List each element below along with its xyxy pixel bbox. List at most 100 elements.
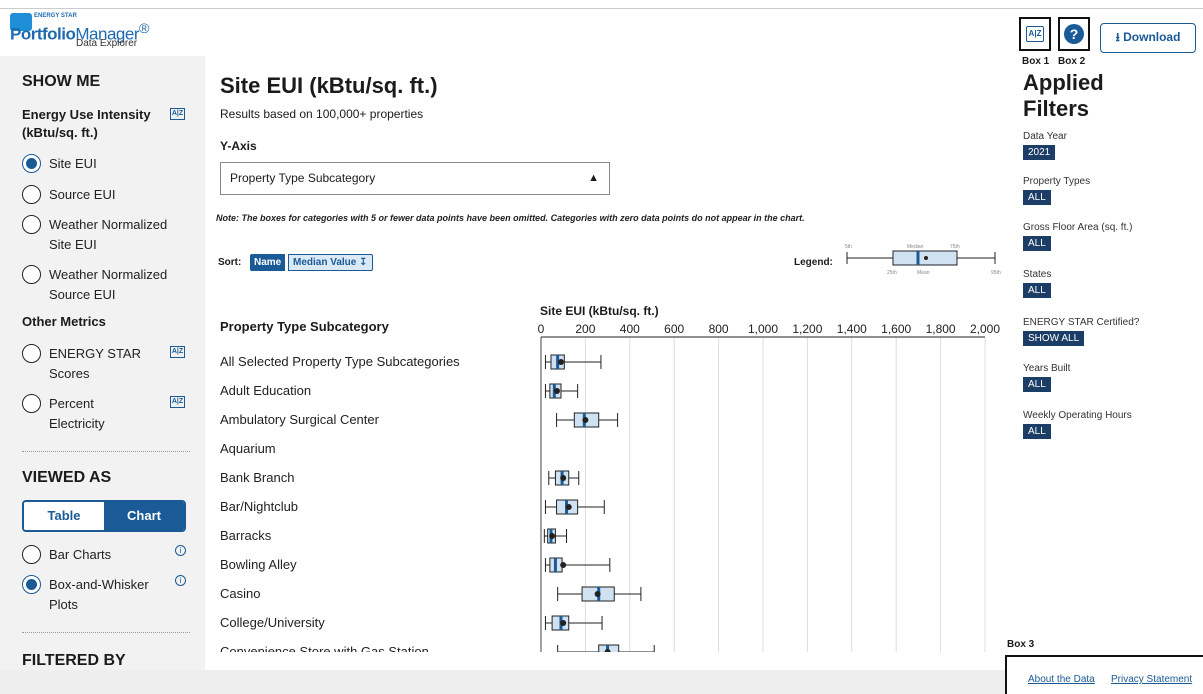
other-metrics-heading: Other Metrics — [22, 314, 106, 329]
filter-label: States — [1023, 269, 1052, 280]
radio-label-site-eui[interactable]: Site EUI — [49, 154, 97, 174]
toggle-chart[interactable]: Chart — [104, 502, 184, 530]
x-tick-label: 600 — [664, 322, 684, 336]
mean-dot — [560, 562, 567, 568]
category-label: Barracks — [220, 528, 272, 543]
filter-label: ENERGY STAR Certified? — [1023, 317, 1140, 328]
category-label: Adult Education — [220, 383, 312, 398]
show-me-heading: SHOW ME — [22, 73, 101, 90]
category-label: College/University — [220, 615, 325, 630]
box-plot[interactable] — [544, 615, 603, 631]
filter-label: Property Types — [1023, 176, 1091, 187]
radio-label-weather-source-eui[interactable]: Weather Normalized Source EUI — [49, 265, 189, 305]
filter-label: Data Year — [1023, 131, 1067, 142]
mean-dot — [549, 533, 556, 539]
box-plot[interactable] — [556, 412, 619, 428]
filter-label: Weekly Operating Hours — [1023, 410, 1132, 421]
x-tick-label: 1,200 — [792, 322, 822, 336]
toggle-table[interactable]: Table — [24, 502, 104, 530]
radio-weather-site-eui[interactable] — [22, 215, 41, 234]
applied-filters-title: Applied Filters — [1023, 70, 1104, 121]
radio-percent-electricity[interactable] — [22, 394, 41, 413]
radio-label-energy-star-scores[interactable]: ENERGY STAR Scores — [49, 344, 149, 384]
privacy-link[interactable]: Privacy Statement — [1111, 674, 1192, 685]
bottom-bar — [0, 670, 1005, 694]
x-tick-label: 1,600 — [881, 322, 911, 336]
box-plot[interactable] — [548, 470, 580, 486]
x-tick-label: 2,000 — [970, 322, 1000, 336]
box3-label: Box 3 — [1007, 639, 1035, 650]
x-tick-label: 1,800 — [926, 322, 956, 336]
filter-chip[interactable]: ALL — [1023, 283, 1051, 298]
radio-energy-star-scores[interactable] — [22, 344, 41, 363]
az-glossary-icon: A|Z — [1026, 26, 1044, 42]
logo-sub-text: Data Explorer — [76, 38, 138, 49]
filter-chip[interactable]: ALL — [1023, 377, 1051, 392]
glossary-button[interactable]: A|Z — [1019, 17, 1051, 51]
eui-heading: Energy Use Intensity (kBtu/sq. ft.) — [22, 107, 151, 140]
mean-dot — [582, 417, 589, 423]
box-plot[interactable] — [544, 354, 602, 370]
question-icon: ? — [1064, 24, 1084, 44]
filter-chip[interactable]: ALL — [1023, 190, 1051, 205]
az-glossary-icon[interactable]: A|Z — [170, 108, 185, 120]
mean-dot — [557, 359, 564, 365]
help-button[interactable]: ? — [1058, 17, 1090, 51]
box-plot[interactable] — [543, 528, 568, 544]
az-glossary-icon[interactable]: A|Z — [170, 396, 185, 408]
az-glossary-icon[interactable]: A|Z — [170, 346, 185, 358]
radio-site-eui[interactable] — [22, 154, 41, 173]
divider — [22, 451, 190, 452]
mean-dot — [560, 620, 567, 626]
radio-label-weather-site-eui[interactable]: Weather Normalized Site EUI — [49, 215, 189, 255]
box-plot[interactable] — [544, 499, 605, 515]
sidebar: SHOW ME Energy Use Intensity (kBtu/sq. f… — [0, 56, 205, 670]
category-label: Aquarium — [220, 441, 276, 456]
filter-chip[interactable]: ALL — [1023, 236, 1051, 251]
box-plot[interactable] — [544, 557, 611, 573]
radio-label-source-eui[interactable]: Source EUI — [49, 185, 115, 205]
filtered-by-heading: FILTERED BY — [22, 652, 126, 669]
mean-dot — [565, 504, 572, 510]
category-label: All Selected Property Type Subcategories — [220, 354, 460, 369]
x-tick-label: 0 — [538, 322, 545, 336]
x-tick-label: 200 — [575, 322, 595, 336]
category-label: Bank Branch — [220, 470, 295, 485]
viewed-as-heading: VIEWED AS — [22, 469, 112, 486]
about-data-link[interactable]: About the Data — [1028, 674, 1095, 685]
filter-chip[interactable]: 2021 — [1023, 145, 1056, 160]
view-toggle[interactable]: Table Chart — [22, 500, 186, 532]
category-label: Casino — [220, 586, 261, 601]
box-plot[interactable] — [557, 644, 655, 652]
radio-weather-source-eui[interactable] — [22, 265, 41, 284]
radio-label-bar-charts[interactable]: Bar Charts — [49, 545, 111, 565]
box-plot[interactable] — [544, 383, 579, 399]
mean-dot — [553, 388, 560, 394]
category-label: Bar/Nightclub — [220, 499, 299, 514]
filter-chip[interactable]: SHOW ALL — [1023, 331, 1085, 346]
radio-bar-charts[interactable] — [22, 545, 41, 564]
download-label: Download — [1123, 30, 1181, 44]
download-icon: ⭳ — [1115, 30, 1124, 44]
x-tick-label: 400 — [620, 322, 640, 336]
main-panel: Site EUI (kBtu/sq. ft.) Results based on… — [205, 56, 1010, 652]
mean-dot — [560, 475, 567, 481]
logo-small-text: ENERGY STAR — [34, 13, 77, 19]
divider — [22, 632, 190, 633]
portfolio-manager-logo[interactable]: ENERGY STAR PortfolioManager® Data Explo… — [10, 13, 150, 53]
filter-label: Years Built — [1023, 363, 1071, 374]
radio-label-percent-electricity[interactable]: Percent Electricity — [49, 394, 129, 434]
box-plot[interactable] — [557, 586, 642, 602]
info-icon[interactable]: i — [175, 545, 186, 556]
download-button[interactable]: ⭳ Download — [1100, 23, 1196, 53]
radio-source-eui[interactable] — [22, 185, 41, 204]
applied-filters-panel: Applied Filters Data Year 2021 Property Ty… — [1018, 56, 1203, 626]
category-label: Convenience Store with Gas Station — [220, 644, 429, 652]
radio-box-whisker[interactable] — [22, 575, 41, 594]
filter-chip[interactable]: ALL — [1023, 424, 1051, 439]
header: ENERGY STAR PortfolioManager® Data Explo… — [0, 9, 1203, 55]
mean-dot — [594, 591, 601, 597]
info-icon[interactable]: i — [175, 575, 186, 586]
radio-label-box-whisker[interactable]: Box-and-Whisker Plots — [49, 575, 164, 615]
x-tick-label: 1,400 — [837, 322, 867, 336]
